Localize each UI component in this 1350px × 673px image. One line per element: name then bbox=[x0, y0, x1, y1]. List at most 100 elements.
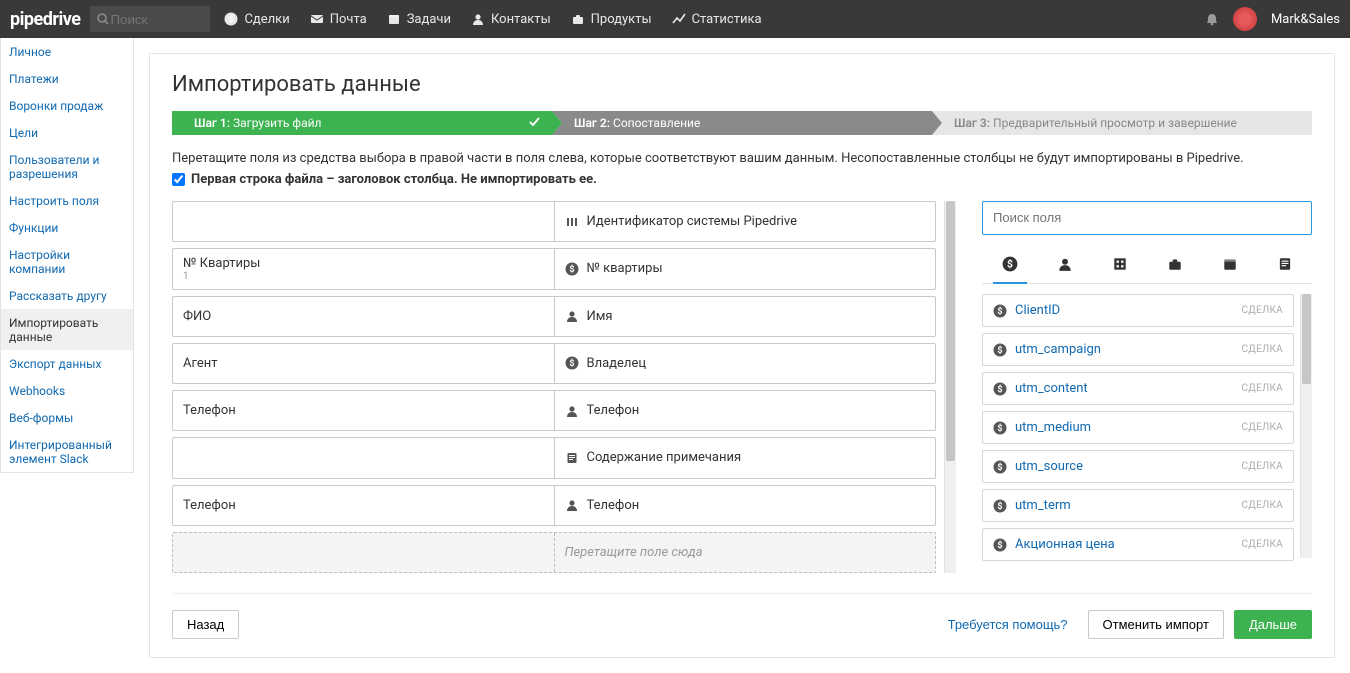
map-row[interactable]: Агент Владелец bbox=[172, 343, 936, 384]
sidebar-item-goals[interactable]: Цели bbox=[1, 119, 133, 146]
map-row[interactable]: ФИО Имя bbox=[172, 296, 936, 337]
nav-products[interactable]: Продукты bbox=[571, 12, 652, 27]
search-icon bbox=[96, 12, 110, 26]
person-icon bbox=[471, 12, 485, 26]
field-type: СДЕЛКА bbox=[1241, 422, 1283, 433]
dollar-icon bbox=[224, 12, 238, 26]
next-button[interactable]: Дальше bbox=[1234, 610, 1312, 639]
source-column: Телефон bbox=[183, 403, 544, 418]
first-row-checkbox[interactable] bbox=[172, 173, 185, 186]
sidebar-item-webhooks[interactable]: Webhooks bbox=[1, 377, 133, 404]
mapped-field: Телефон bbox=[587, 403, 640, 418]
tab-activities[interactable] bbox=[1215, 251, 1245, 277]
check-icon bbox=[528, 115, 542, 129]
global-search[interactable] bbox=[90, 6, 210, 32]
step-text: Загрузить файл bbox=[233, 116, 321, 130]
sidebar-item-import[interactable]: Импортировать данные bbox=[1, 309, 133, 350]
source-sample: 1 bbox=[183, 271, 544, 282]
steps: Шаг 1: Загрузить файл Шаг 2: Сопоставлен… bbox=[172, 111, 1312, 135]
calendar-icon bbox=[387, 12, 401, 26]
sidebar-item-fields[interactable]: Настроить поля bbox=[1, 187, 133, 214]
field-tabs bbox=[982, 245, 1312, 284]
field-type: СДЕЛКА bbox=[1241, 539, 1283, 550]
note-icon bbox=[565, 451, 579, 465]
nav-contacts[interactable]: Контакты bbox=[471, 12, 551, 27]
field-item[interactable]: utm_termСДЕЛКА bbox=[982, 489, 1294, 522]
map-row[interactable]: Содержание примечания bbox=[172, 437, 936, 478]
drop-row[interactable]: Перетащите поле сюда bbox=[172, 532, 936, 573]
bell-icon[interactable] bbox=[1205, 12, 1219, 26]
sidebar-item-company[interactable]: Настройки компании bbox=[1, 241, 133, 282]
sidebar-item-pipelines[interactable]: Воронки продаж bbox=[1, 92, 133, 119]
dollar-icon bbox=[993, 499, 1007, 513]
sidebar-item-billing[interactable]: Платежи bbox=[1, 65, 133, 92]
field-item[interactable]: utm_mediumСДЕЛКА bbox=[982, 411, 1294, 444]
cancel-button[interactable]: Отменить импорт bbox=[1088, 610, 1224, 639]
mapped-field: Телефон bbox=[587, 498, 640, 513]
field-search[interactable] bbox=[982, 201, 1312, 235]
dollar-icon bbox=[993, 421, 1007, 435]
sidebar-item-slack[interactable]: Интегрированный элемент Slack bbox=[1, 431, 133, 472]
tab-people[interactable] bbox=[1050, 251, 1080, 277]
person-icon bbox=[565, 309, 579, 323]
step-text: Сопоставление bbox=[613, 116, 700, 130]
tab-products[interactable] bbox=[1160, 251, 1190, 277]
field-name: ClientID bbox=[1015, 303, 1233, 318]
field-type: СДЕЛКА bbox=[1241, 344, 1283, 355]
sidebar-item-personal[interactable]: Личное bbox=[1, 38, 133, 65]
dollar-icon bbox=[993, 343, 1007, 357]
import-panel: Импортировать данные Шаг 1: Загрузить фа… bbox=[149, 53, 1335, 658]
nav-label: Задачи bbox=[407, 12, 451, 27]
nav-mail[interactable]: Почта bbox=[310, 12, 367, 27]
field-item[interactable]: ClientID СДЕЛКА bbox=[982, 294, 1294, 327]
logo: pipedrive bbox=[10, 9, 80, 30]
global-search-input[interactable] bbox=[110, 12, 200, 27]
username[interactable]: Mark&Sales bbox=[1271, 12, 1340, 27]
map-row[interactable]: № Квартиры1 № квартиры bbox=[172, 248, 936, 289]
field-type: СДЕЛКА bbox=[1241, 305, 1283, 316]
dollar-icon bbox=[565, 356, 579, 370]
field-item[interactable]: Акционная ценаСДЕЛКА bbox=[982, 528, 1294, 561]
nav-stats[interactable]: Статистика bbox=[672, 12, 762, 27]
field-name: utm_term bbox=[1015, 498, 1233, 513]
step-1: Шаг 1: Загрузить файл bbox=[172, 111, 552, 135]
mapped-field: Содержание примечания bbox=[587, 450, 742, 465]
nav-tasks[interactable]: Задачи bbox=[387, 12, 451, 27]
dollar-icon bbox=[993, 538, 1007, 552]
field-search-input[interactable] bbox=[993, 210, 1301, 225]
nav-label: Почта bbox=[330, 12, 367, 27]
tab-notes[interactable] bbox=[1270, 251, 1300, 277]
person-icon bbox=[565, 498, 579, 512]
back-button[interactable]: Назад bbox=[172, 610, 239, 639]
sidebar-item-features[interactable]: Функции bbox=[1, 214, 133, 241]
map-row[interactable]: Идентификатор системы Pipedrive bbox=[172, 201, 936, 242]
tab-deals[interactable] bbox=[995, 251, 1025, 277]
field-name: utm_campaign bbox=[1015, 342, 1233, 357]
sidebar-item-export[interactable]: Экспорт данных bbox=[1, 350, 133, 377]
source-column: ФИО bbox=[183, 309, 544, 324]
map-scrollbar[interactable] bbox=[944, 201, 956, 573]
dollar-icon bbox=[565, 262, 579, 276]
topbar: pipedrive Сделки Почта Задачи Контакты П… bbox=[0, 0, 1350, 38]
avatar[interactable] bbox=[1233, 7, 1257, 31]
help-link[interactable]: Требуется помощь? bbox=[934, 611, 1082, 638]
map-row[interactable]: Телефон Телефон bbox=[172, 390, 936, 431]
nav-deals[interactable]: Сделки bbox=[224, 12, 289, 27]
field-scrollbar[interactable] bbox=[1300, 294, 1312, 558]
map-row[interactable]: Телефон Телефон bbox=[172, 485, 936, 526]
bars-icon bbox=[565, 215, 579, 229]
field-name: utm_content bbox=[1015, 381, 1233, 396]
sidebar-item-users[interactable]: Пользователи и разрешения bbox=[1, 146, 133, 187]
step-text: Предварительный просмотр и завершение bbox=[993, 116, 1237, 130]
source-column: Телефон bbox=[183, 498, 544, 513]
field-item[interactable]: utm_campaign СДЕЛКА bbox=[982, 333, 1294, 366]
source-column: № Квартиры bbox=[183, 256, 544, 271]
sidebar-item-webforms[interactable]: Веб-формы bbox=[1, 404, 133, 431]
tab-orgs[interactable] bbox=[1105, 251, 1135, 277]
instruction-text: Перетащите поля из средства выбора в пра… bbox=[172, 151, 1312, 166]
field-item[interactable]: utm_contentСДЕЛКА bbox=[982, 372, 1294, 405]
nav-label: Продукты bbox=[591, 12, 652, 27]
sidebar-item-refer[interactable]: Рассказать другу bbox=[1, 282, 133, 309]
field-item[interactable]: utm_sourceСДЕЛКА bbox=[982, 450, 1294, 483]
mapping-column: Идентификатор системы Pipedrive № Квартир… bbox=[172, 201, 956, 573]
